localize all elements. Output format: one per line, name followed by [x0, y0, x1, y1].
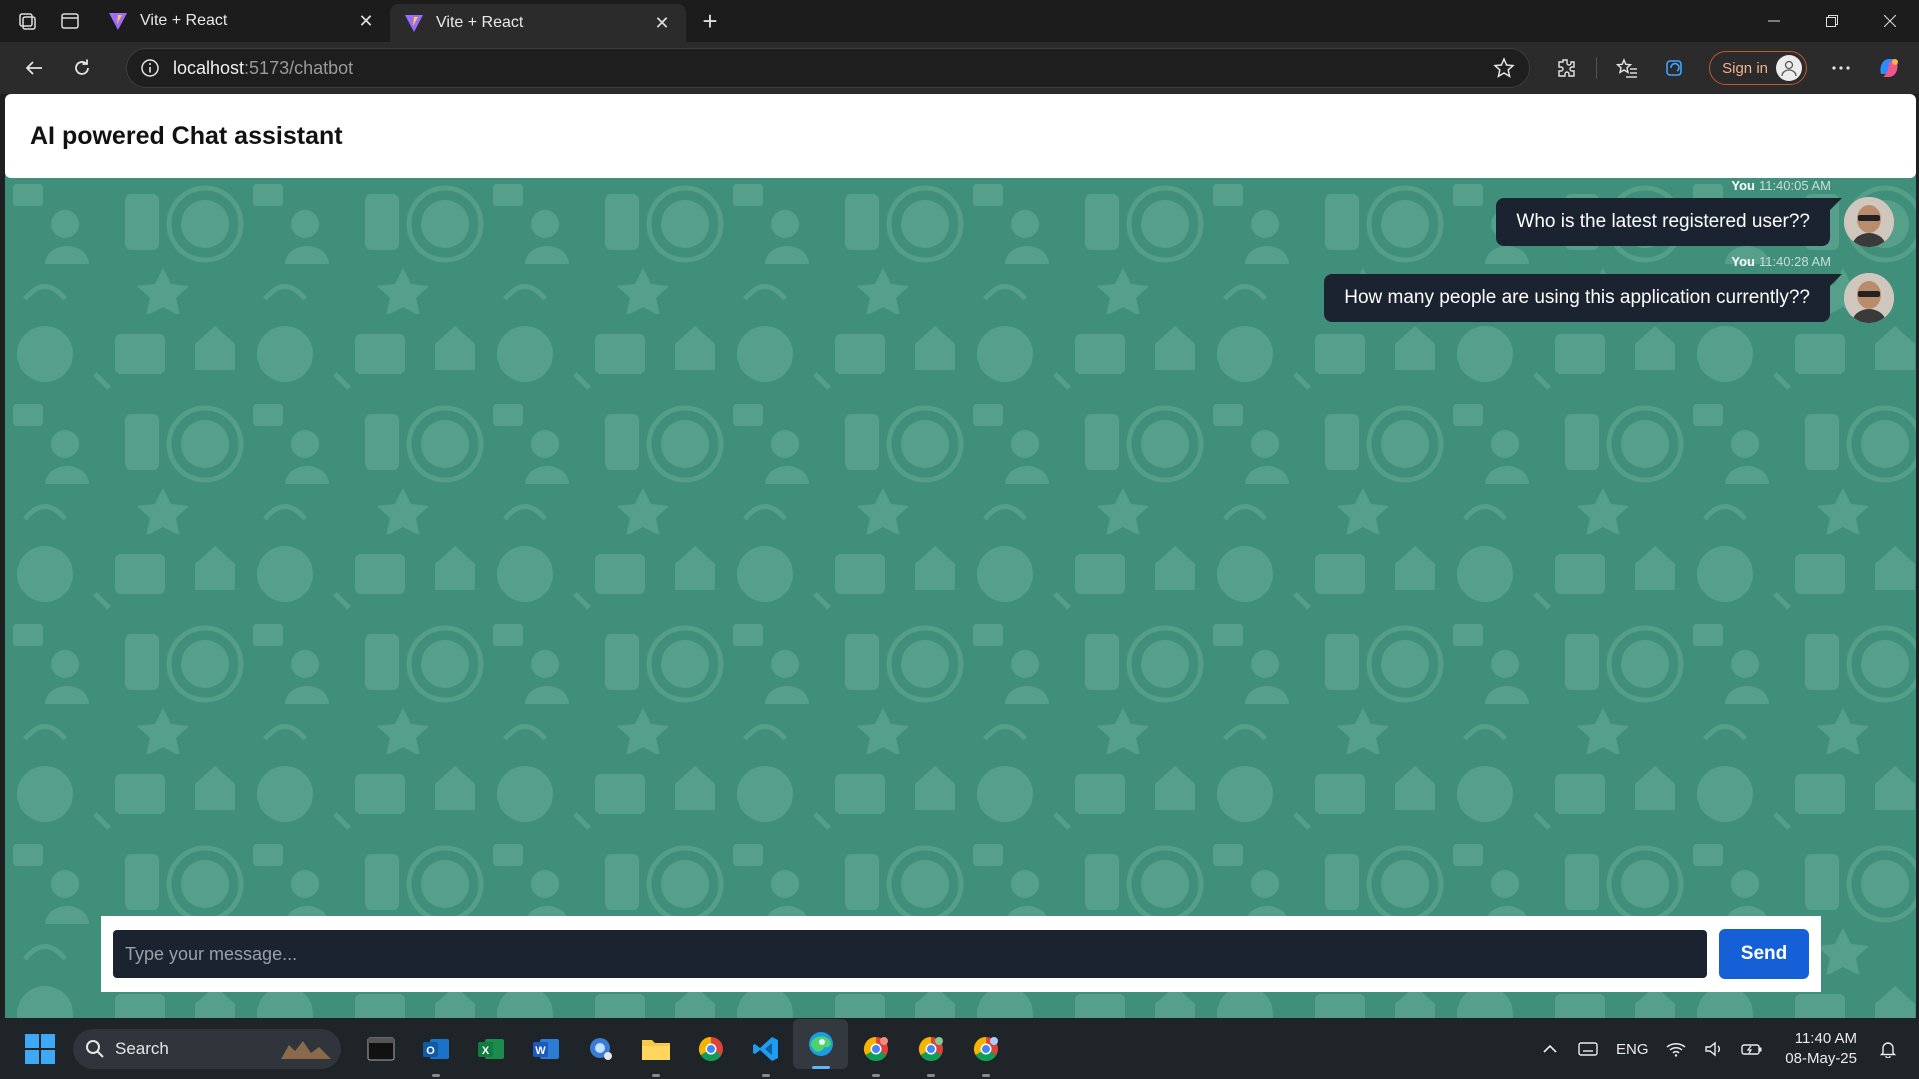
refresh-icon[interactable]: [58, 44, 106, 92]
message-bubble: How many people are using this applicati…: [1324, 274, 1842, 322]
browser-tab[interactable]: Vite + React ✕: [94, 0, 392, 42]
extensions-icon[interactable]: [1542, 44, 1590, 92]
message-composer: Send: [101, 916, 1821, 992]
page-title: AI powered Chat assistant: [30, 121, 343, 150]
running-indicator: [811, 1066, 830, 1069]
chrome-profile-icon[interactable]: [848, 1019, 903, 1079]
chrome-icon[interactable]: [683, 1019, 738, 1079]
sign-in-label: Sign in: [1722, 59, 1768, 77]
new-tab-button[interactable]: +: [686, 0, 734, 42]
page-header: AI powered Chat assistant: [5, 94, 1916, 178]
search-icon: [86, 1040, 104, 1058]
workspaces-icon[interactable]: [0, 0, 54, 42]
back-arrow-icon[interactable]: [10, 44, 58, 92]
close-window-icon[interactable]: [1861, 0, 1919, 42]
favorites-list-icon[interactable]: [1603, 44, 1651, 92]
search-highlight-icon: [281, 1041, 331, 1059]
chat-message: You 11:40:05 AM Who is the latest registe…: [1496, 178, 1894, 247]
vscode-icon[interactable]: [738, 1019, 793, 1079]
outlook-icon[interactable]: O: [408, 1019, 463, 1079]
chevron-up-icon[interactable]: [1531, 1044, 1569, 1054]
running-indicator: [431, 1074, 440, 1077]
toolbar-divider: [1596, 57, 1598, 79]
user-avatar: [1844, 273, 1894, 323]
vite-logo-icon: [405, 15, 423, 32]
search-label: Search: [115, 1039, 169, 1058]
window-controls: [1745, 0, 1919, 42]
message-sender: You: [1731, 178, 1755, 193]
collections-icon[interactable]: [1651, 44, 1699, 92]
edge-icon[interactable]: [793, 1019, 848, 1069]
running-indicator: [926, 1074, 935, 1077]
message-sender: You: [1731, 254, 1755, 269]
more-options-icon[interactable]: [1817, 44, 1865, 92]
svg-text:O: O: [426, 1045, 435, 1057]
tab-title: Vite + React: [140, 12, 228, 29]
chrome-profile-icon[interactable]: [958, 1019, 1013, 1079]
running-indicator: [981, 1074, 990, 1077]
copilot-icon[interactable]: [1865, 44, 1913, 92]
toolbar-right: Sign in: [1542, 42, 1919, 94]
chrome-profile-icon[interactable]: [903, 1019, 958, 1079]
vite-logo-icon: [109, 13, 127, 30]
browser-tab-strip: Vite + React ✕ Vite + React ✕ +: [0, 0, 1919, 42]
address-bar[interactable]: localhost:5173/chatbot: [126, 48, 1530, 88]
browser-toolbar: localhost:5173/chatbot Sign in: [0, 42, 1919, 94]
battery-icon[interactable]: [1733, 1041, 1771, 1057]
taskbar-apps: O X W: [353, 1019, 1013, 1079]
sign-in-button[interactable]: Sign in: [1709, 51, 1807, 85]
message-bubble: Who is the latest registered user??: [1496, 198, 1842, 246]
svg-text:W: W: [535, 1045, 546, 1057]
svg-text:X: X: [481, 1045, 489, 1057]
user-avatar: [1844, 197, 1894, 247]
language-indicator[interactable]: ENG: [1607, 1041, 1657, 1058]
system-tray: ENG 11:40 AM 08-May-25: [1531, 1019, 1919, 1079]
excel-icon[interactable]: X: [463, 1019, 518, 1079]
message-row: How many people are using this applicati…: [1324, 273, 1894, 323]
clock-time: 11:40 AM: [1794, 1030, 1857, 1047]
windows-taskbar: Search O X W ENG 11:40 AM 08-May-25: [0, 1019, 1919, 1079]
notification-bell-icon[interactable]: [1869, 1040, 1907, 1058]
taskbar-clock[interactable]: 11:40 AM 08-May-25: [1785, 1029, 1857, 1069]
message-time: 11:40:05 AM: [1758, 178, 1831, 193]
message-meta: You 11:40:28 AM: [1731, 254, 1831, 269]
volume-icon[interactable]: [1695, 1041, 1733, 1057]
message-meta: You 11:40:05 AM: [1731, 178, 1831, 193]
message-row: Who is the latest registered user??: [1496, 197, 1894, 247]
chat-message: You 11:40:28 AM How many people are using…: [1324, 254, 1894, 323]
file-explorer-icon[interactable]: [628, 1019, 683, 1079]
close-tab-icon[interactable]: ✕: [652, 13, 672, 33]
url-path: :5173/chatbot: [244, 57, 354, 78]
running-indicator: [761, 1074, 770, 1077]
tab-title: Vite + React: [436, 14, 524, 31]
restore-icon[interactable]: [1803, 0, 1861, 42]
remote-assist-icon[interactable]: [573, 1019, 628, 1079]
terminal-icon[interactable]: [353, 1019, 408, 1079]
word-icon[interactable]: W: [518, 1019, 573, 1079]
url-host: localhost: [173, 57, 245, 78]
message-time: 11:40:28 AM: [1758, 254, 1831, 269]
profile-avatar-icon: [1776, 55, 1802, 81]
running-indicator: [871, 1074, 880, 1077]
taskbar-search-box[interactable]: Search: [73, 1029, 341, 1069]
message-input[interactable]: [113, 930, 1707, 978]
minimize-icon[interactable]: [1745, 0, 1803, 42]
browser-tab-active[interactable]: Vite + React ✕: [390, 4, 686, 42]
close-tab-icon[interactable]: ✕: [356, 11, 376, 31]
send-button[interactable]: Send: [1719, 929, 1809, 979]
site-info-icon[interactable]: [127, 58, 173, 78]
vertical-tabs-icon[interactable]: [54, 0, 86, 42]
url-text: localhost:5173/chatbot: [173, 58, 353, 79]
windows-start-icon[interactable]: [25, 1034, 55, 1064]
chat-page: AI powered Chat assistant You 11:40:05 AM…: [5, 94, 1916, 1018]
clock-date: 08-May-25: [1785, 1050, 1857, 1067]
running-indicator: [651, 1074, 660, 1077]
favorite-star-icon[interactable]: [1493, 57, 1515, 84]
wifi-icon[interactable]: [1657, 1041, 1695, 1057]
keyboard-icon[interactable]: [1569, 1041, 1607, 1057]
